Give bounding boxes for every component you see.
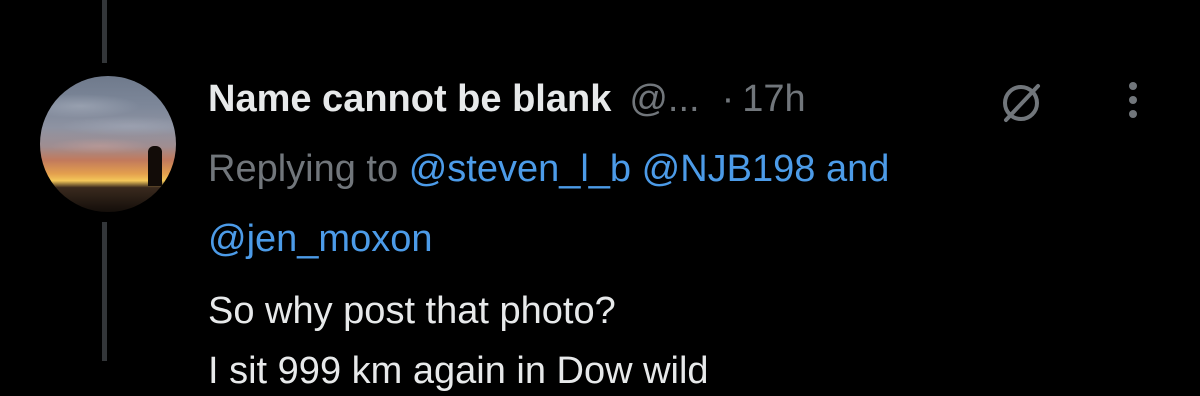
post-text-cutoff: I sit 999 km again in Dow wild — [208, 350, 709, 392]
mention-link[interactable]: @steven_l_b — [409, 148, 631, 190]
more-vertical-icon[interactable] — [1120, 78, 1146, 124]
grok-slash-icon[interactable] — [998, 80, 1044, 126]
thread-connector-top — [102, 0, 107, 63]
avatar[interactable] — [40, 76, 176, 212]
mention-link[interactable]: @jen_moxon — [208, 218, 432, 260]
replying-to-line-continued: @jen_moxon — [208, 214, 432, 264]
post-time[interactable]: 17h — [742, 78, 805, 121]
previous-post-action-bar — [0, 0, 1200, 6]
display-name[interactable]: Name cannot be blank — [208, 78, 611, 121]
avatar-tree-silhouette — [148, 146, 162, 186]
mention-and-label[interactable]: and — [826, 148, 889, 190]
post-text: So why post that photo? — [208, 290, 616, 332]
separator-dot: · — [721, 77, 735, 120]
mention-link[interactable]: @NJB198 — [642, 148, 816, 190]
thread-connector-bottom — [102, 222, 107, 361]
replying-to-line: Replying to @steven_l_b @NJB198 and — [208, 144, 889, 194]
user-handle[interactable]: @... — [629, 78, 699, 121]
avatar-clouds — [40, 76, 176, 212]
replying-to-label: Replying to — [208, 148, 399, 190]
post-header: Name cannot be blank @... · 17h — [208, 74, 806, 124]
